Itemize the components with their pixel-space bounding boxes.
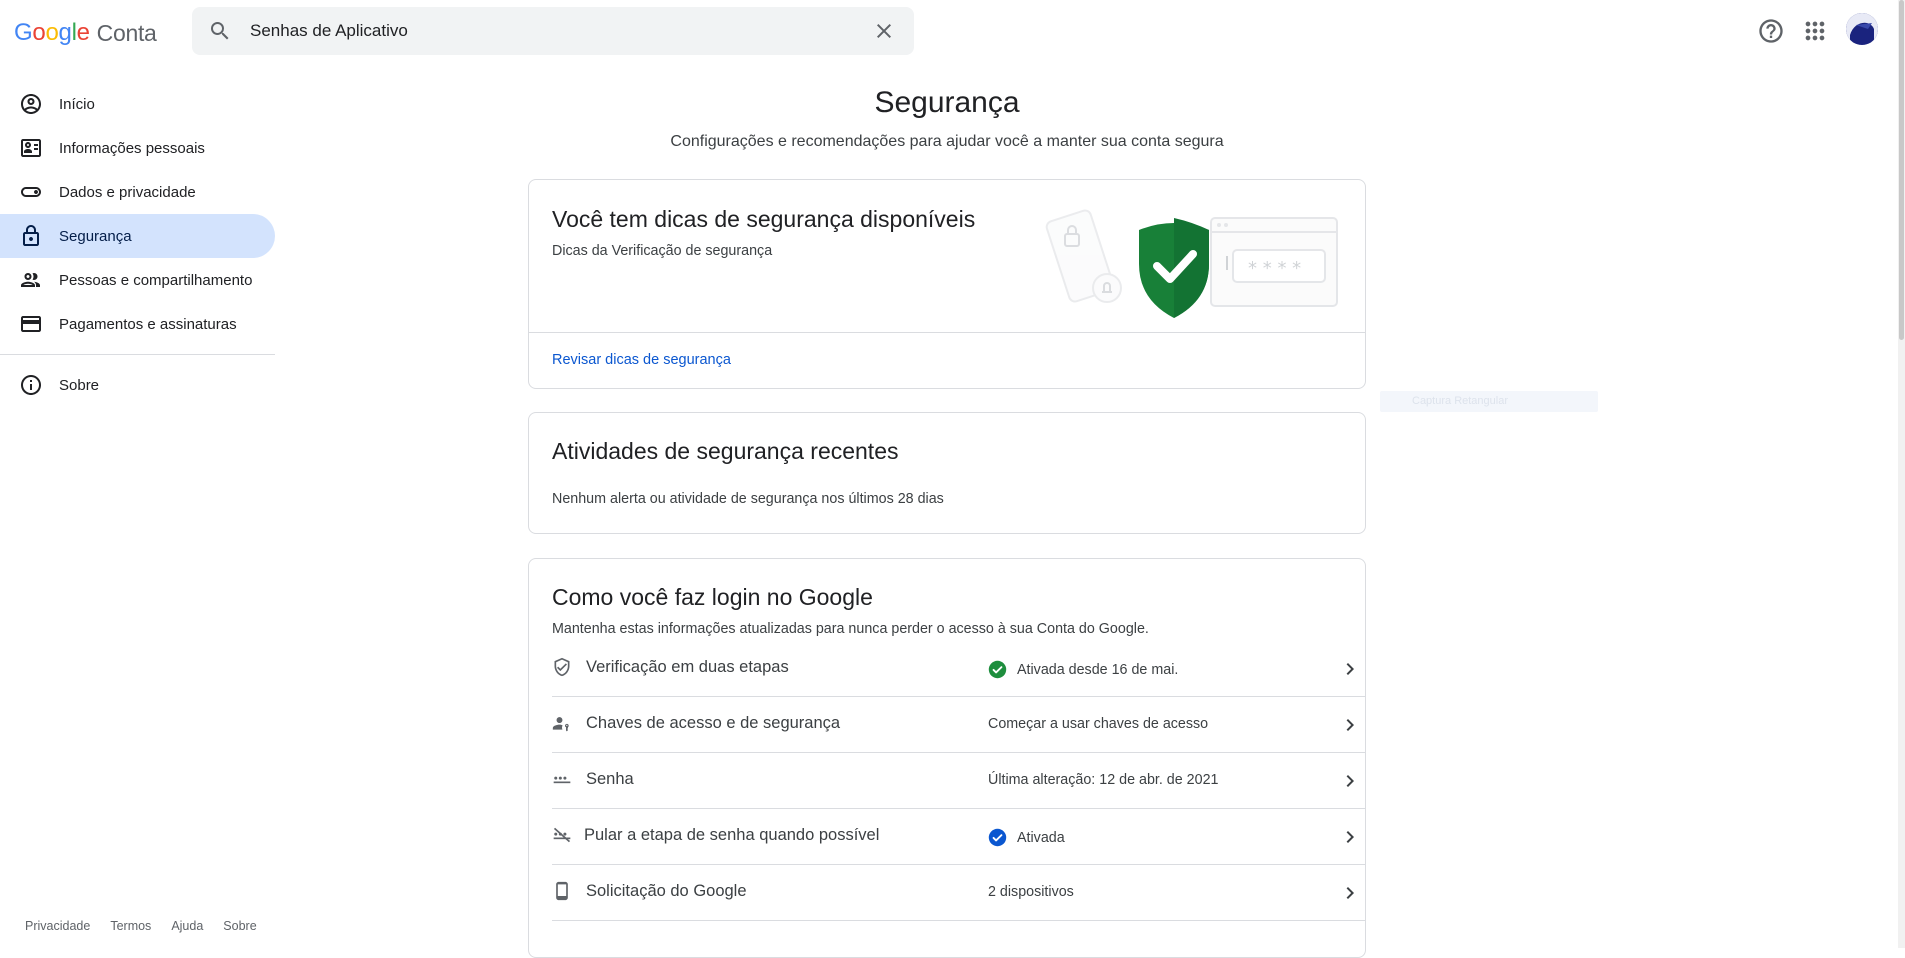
sidebar-nav: Início Informações pessoais Dados e priv… — [0, 82, 275, 407]
sidebar-item-label: Segurança — [59, 227, 132, 245]
card-title: Como você faz login no Google — [552, 584, 873, 610]
account-avatar[interactable] — [1846, 13, 1878, 45]
row-status-text: Ativada desde 16 de mai. — [1017, 661, 1179, 678]
google-sign-in-card: Como você faz login no Google Mantenha e… — [528, 558, 1366, 958]
sidebar-item-label: Dados e privacidade — [59, 183, 196, 201]
shield-icon — [554, 657, 570, 677]
id-card-icon — [21, 139, 41, 157]
svg-text:* * * *: * * * * — [1248, 258, 1301, 279]
row-google-prompt[interactable]: Solicitação do Google 2 dispositivos — [552, 865, 1365, 921]
clear-search-icon[interactable] — [872, 19, 896, 43]
row-status: Começar a usar chaves de acesso — [988, 716, 1208, 732]
row-label: Pular a etapa de senha quando possível — [584, 826, 880, 844]
card-title: Atividades de segurança recentes — [552, 438, 899, 464]
logo-product-name: Conta — [96, 19, 157, 46]
row-label: Senha — [586, 770, 634, 788]
security-shield-illustration-icon: * * * * — [1045, 209, 1338, 318]
sidebar-item-label: Sobre — [59, 376, 100, 394]
chevron-right-icon — [1346, 663, 1354, 675]
logo-letter: G — [14, 19, 33, 46]
search-bar — [192, 7, 914, 55]
chevron-right-icon — [1346, 775, 1354, 787]
row-label: Chaves de acesso e de segurança — [586, 714, 841, 732]
card-link-row[interactable]: Revisar dicas de segurança — [529, 332, 1365, 388]
footer-help-link[interactable]: Ajuda — [171, 919, 203, 933]
sidebar-item-label: Pessoas e compartilhamento — [59, 271, 253, 289]
row-status-text: 2 dispositivos — [988, 884, 1074, 900]
search-input[interactable] — [250, 7, 850, 55]
logo-letter: e — [76, 19, 90, 46]
page-title: Segurança — [874, 86, 1020, 119]
footer-links: Privacidade Termos Ajuda Sobre — [25, 919, 277, 933]
person-key-icon — [552, 717, 569, 732]
footer-terms-link[interactable]: Termos — [110, 919, 151, 933]
chevron-right-icon — [1346, 831, 1354, 843]
row-label: Verificação em duas etapas — [586, 658, 789, 676]
card-subtitle: Dicas da Verificação de segurança — [552, 243, 773, 259]
sidebar-item-label: Pagamentos e assinaturas — [59, 315, 237, 333]
sidebar-item-label: Início — [59, 95, 95, 113]
row-two-step-verification[interactable]: Verificação em duas etapas Ativada desde… — [552, 641, 1365, 697]
page-subtitle: Configurações e recomendações para ajuda… — [670, 133, 1224, 150]
password-dots-icon — [553, 776, 571, 784]
sidebar-item-payments[interactable]: Pagamentos e assinaturas — [0, 302, 275, 346]
logo-letter: o — [45, 19, 59, 46]
avatar-image-icon — [1846, 13, 1878, 45]
chevron-right-icon — [1346, 719, 1354, 731]
row-status: 2 dispositivos — [988, 884, 1074, 900]
review-security-tips-link[interactable]: Revisar dicas de segurança — [552, 352, 731, 368]
lock-icon — [23, 225, 39, 246]
row-status-text: Ativada — [1017, 829, 1065, 846]
chevron-right-icon — [1346, 887, 1354, 899]
sidebar-item-people-sharing[interactable]: Pessoas e compartilhamento — [0, 258, 275, 302]
card-title: Você tem dicas de segurança disponíveis — [552, 206, 976, 232]
sidebar-item-personal-info[interactable]: Informações pessoais — [0, 126, 275, 170]
toggle-icon — [21, 187, 41, 197]
row-status: Ativada — [988, 828, 1065, 847]
sidebar-item-label: Informações pessoais — [59, 139, 205, 157]
sidebar-item-security[interactable]: Segurança — [0, 214, 275, 258]
search-icon[interactable] — [208, 19, 232, 43]
row-status: Ativada desde 16 de mai. — [988, 660, 1178, 679]
rectangular-capture-overlay: Captura Retangular — [1380, 391, 1598, 412]
footer-about-link[interactable]: Sobre — [223, 919, 256, 933]
info-icon — [21, 375, 41, 395]
help-icon[interactable] — [1757, 17, 1785, 45]
sidebar-item-about[interactable]: Sobre — [0, 363, 275, 407]
password-off-icon — [553, 827, 571, 843]
card-text: Nenhum alerta ou atividade de segurança … — [552, 491, 944, 507]
scrollbar-thumb[interactable] — [1899, 0, 1904, 340]
sidebar-item-data-privacy[interactable]: Dados e privacidade — [0, 170, 275, 214]
google-account-logo[interactable]: Google Conta — [14, 17, 157, 49]
row-password[interactable]: Senha Última alteração: 12 de abr. de 20… — [552, 753, 1365, 809]
recent-security-activity-card[interactable]: Atividades de segurança recentes Nenhum … — [528, 412, 1366, 534]
row-label: Solicitação do Google — [586, 882, 747, 900]
card-subtitle: Mantenha estas informações atualizadas p… — [552, 621, 1149, 637]
security-tips-card: Você tem dicas de segurança disponíveis … — [528, 179, 1366, 389]
footer-privacy-link[interactable]: Privacidade — [25, 919, 90, 933]
row-passkeys[interactable]: Chaves de acesso e de segurança Começar … — [552, 697, 1365, 753]
check-circle-blue-icon — [988, 828, 1007, 847]
check-circle-green-icon — [988, 660, 1007, 679]
credit-card-icon — [21, 316, 41, 332]
smartphone-icon — [556, 881, 568, 901]
logo-letter: g — [58, 19, 72, 46]
row-status-text: Última alteração: 12 de abr. de 2021 — [988, 772, 1219, 788]
sidebar-item-home[interactable]: Início — [0, 82, 275, 126]
sidebar-divider — [0, 354, 275, 355]
row-status: Última alteração: 12 de abr. de 2021 — [988, 772, 1219, 788]
people-icon — [21, 273, 40, 287]
account-circle-icon — [21, 94, 41, 114]
row-skip-password[interactable]: Pular a etapa de senha quando possível A… — [552, 809, 1365, 865]
apps-grid-icon[interactable] — [1801, 17, 1829, 45]
row-status-text: Começar a usar chaves de acesso — [988, 716, 1209, 732]
logo-letter: o — [32, 19, 46, 46]
